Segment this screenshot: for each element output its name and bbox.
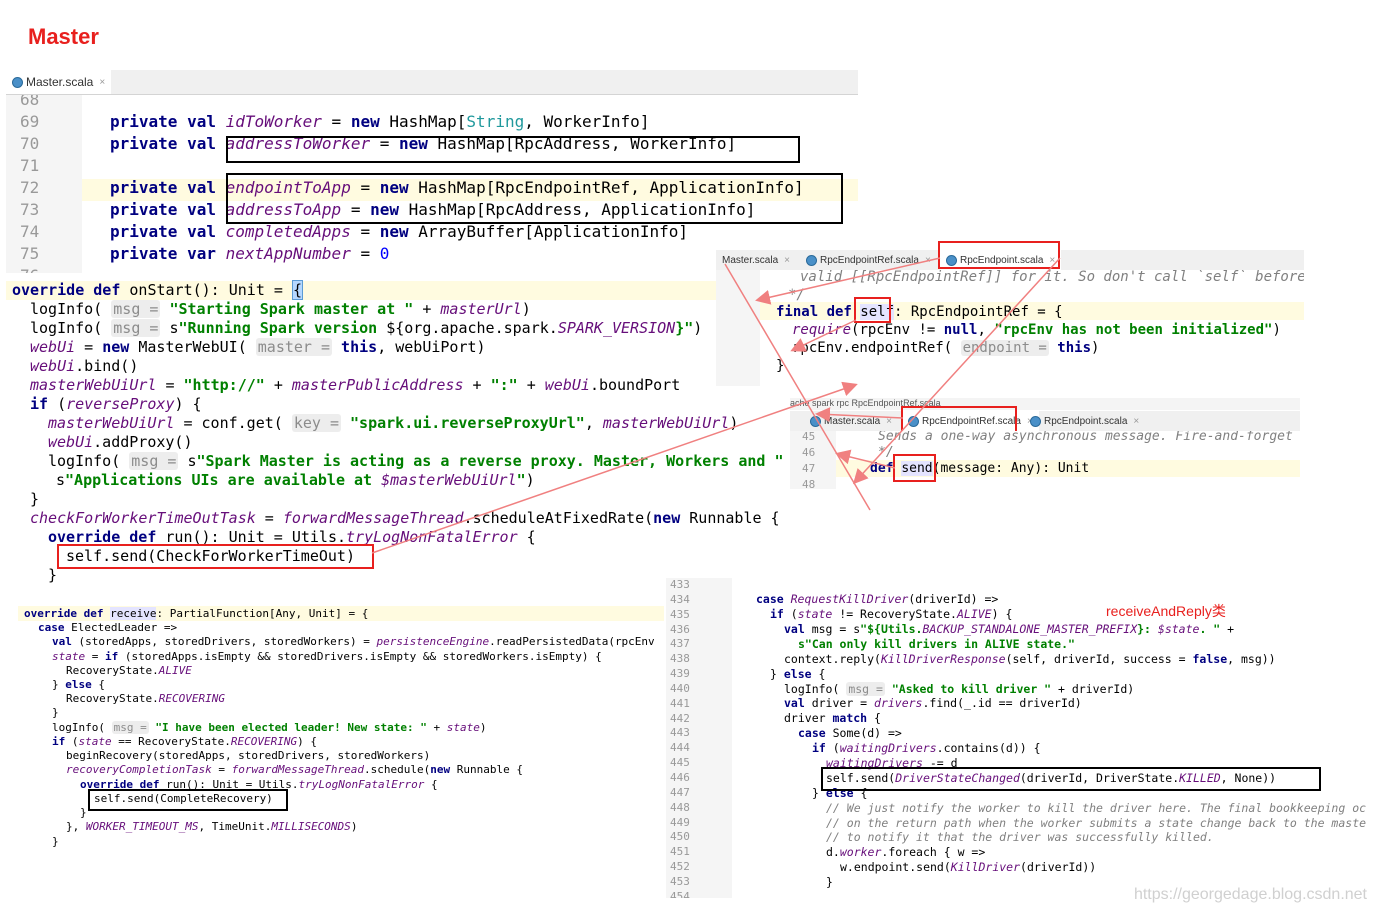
code-line: beginRecovery(storedApps, storedDrivers,…	[66, 749, 431, 762]
watermark: https://georgedage.blog.csdn.net	[1133, 886, 1367, 903]
code-line: final def self: RpcEndpointRef = {	[776, 304, 1063, 320]
code-line: case ElectedLeader =>	[38, 621, 178, 634]
code-line: s"Applications UIs are available at $mas…	[56, 471, 535, 489]
code-line: logInfo( msg = "Starting Spark master at…	[30, 300, 531, 318]
tab-master-scala[interactable]: Master.scala ×	[716, 250, 796, 270]
code-line: private val completedApps = new ArrayBuf…	[110, 222, 688, 241]
code-line: if (waitingDrivers.contains(d)) {	[812, 741, 1041, 755]
code-comment: // to notify it that the driver was succ…	[826, 830, 1214, 844]
close-icon[interactable]: ×	[886, 416, 892, 427]
code-line: }	[52, 706, 59, 719]
close-icon[interactable]: ×	[784, 255, 790, 266]
highlight-box-check-worker-timeout	[57, 544, 374, 569]
code-comment: // We just notify the worker to kill the…	[826, 801, 1367, 815]
highlight-box-endpoint-to-app	[226, 173, 843, 224]
code-line: logInfo( msg = s"Spark Master is acting …	[48, 452, 796, 470]
code-line: logInfo( msg = s"Running Spark version $…	[30, 319, 703, 337]
scala-file-icon	[1030, 415, 1041, 427]
close-icon[interactable]: ×	[925, 255, 931, 266]
tab-master-scala[interactable]: Master.scala ×	[6, 70, 112, 94]
code-line: recoveryCompletionTask = forwardMessageT…	[66, 763, 523, 776]
code-line: }	[30, 490, 40, 508]
code-line: state = if (storedApps.isEmpty && stored…	[52, 650, 602, 663]
code-line: val msg = s"${Utils.BACKUP_STANDALONE_MA…	[784, 622, 1235, 636]
line-numbers: 45 46 47 48	[802, 431, 816, 489]
code-line: w.endpoint.send(KillDriver(driverId))	[840, 860, 1097, 874]
highlight-box-complete-recovery	[88, 789, 288, 811]
code-comment: */	[788, 287, 805, 303]
code-line: s"Can only kill drivers in ALIVE state."	[798, 637, 1075, 651]
code-line: d.worker.foreach { w =>	[826, 845, 986, 859]
tab-master-scala[interactable]: Master.scala ×	[804, 411, 898, 431]
code-line: }	[48, 566, 58, 583]
code-line: RecoveryState.ALIVE	[66, 664, 192, 677]
code-line: masterWebUiUrl = conf.get( key = "spark.…	[48, 414, 739, 432]
code-line: override def onStart(): Unit = {	[12, 280, 303, 300]
page-title: Master	[28, 24, 99, 49]
code-line: if (reverseProxy) {	[30, 395, 202, 413]
tab-rpc-endpoint[interactable]: RpcEndpoint.scala ×	[1024, 411, 1145, 431]
line-numbers: 68 69 70 71 72 73 74 75 76	[20, 95, 40, 273]
code-line: driver match {	[784, 711, 881, 725]
code-line: val (storedApps, storedDrivers, storedWo…	[52, 635, 655, 648]
code-line: if (state == RecoveryState.RECOVERING) {	[52, 735, 317, 748]
code-line: logInfo( msg = "Asked to kill driver " +…	[784, 682, 1135, 696]
code-line: rpcEnv.endpointRef( endpoint = this)	[792, 340, 1100, 356]
scala-file-icon	[810, 415, 821, 427]
code-line: }, WORKER_TIMEOUT_MS, TimeUnit.MILLISECO…	[66, 820, 358, 833]
highlight-box-driver-state-changed	[821, 767, 1321, 791]
code-line: val driver = drivers.find(_.id == driver…	[784, 696, 1082, 710]
highlight-box-rpc-endpoint-tab	[938, 241, 1060, 269]
tab-rpc-endpoint-ref[interactable]: RpcEndpointRef.scala×	[800, 250, 937, 270]
code-line: } else {	[770, 667, 826, 681]
code-comment: valid [[RpcEndpointRef]] for it. So don'…	[800, 270, 1304, 285]
code-line: logInfo( msg = "I have been elected lead…	[52, 721, 487, 734]
scala-file-icon	[806, 254, 817, 266]
code-line: if (state != RecoveryState.ALIVE) {	[770, 607, 1013, 621]
code-line: webUi = new MasterWebUI( master = this, …	[30, 338, 486, 356]
code-line: }	[80, 806, 87, 819]
code-line: RecoveryState.RECOVERING	[66, 692, 225, 705]
code-line: webUi.addProxy()	[48, 433, 193, 451]
code-line: }	[776, 358, 785, 374]
editor-tabbar-main: Master.scala ×	[6, 70, 858, 95]
receive-and-reply-label: receiveAndReply类	[1106, 603, 1226, 619]
code-line: webUi.bind()	[30, 357, 139, 375]
line-numbers: 433 434 435 436 437 438 439 440 441 442 443 444 445 4…	[670, 578, 690, 898]
code-line: }	[826, 875, 833, 889]
editor-tabbar-rpc2: Master.scala× RpcEndpointRef.scala× RpcE…	[790, 411, 1300, 432]
code-comment: */	[878, 445, 894, 460]
code-line: private val idToWorker = new HashMap[Str…	[110, 112, 650, 131]
code-line: checkForWorkerTimeOutTask = forwardMessa…	[30, 509, 780, 527]
rpc2-code-panel: 45 46 47 48 Sends a one-way asynchronous…	[790, 431, 1300, 489]
code-line: private var nextAppNumber = 0	[110, 244, 390, 263]
tab-label: Master.scala	[26, 75, 94, 89]
receive-code-panel: override def receive: PartialFunction[An…	[18, 605, 664, 851]
close-icon[interactable]: ×	[99, 77, 105, 88]
onstart-code-panel: override def onStart(): Unit = { logInfo…	[6, 278, 796, 583]
code-line: context.reply(KillDriverResponse(self, d…	[784, 652, 1276, 666]
close-icon[interactable]: ×	[1133, 416, 1139, 427]
code-line: override def receive: PartialFunction[An…	[24, 607, 369, 620]
code-line: require(rpcEnv != null, "rpcEnv has not …	[792, 322, 1281, 338]
code-line: masterWebUiUrl = "http://" + masterPubli…	[30, 376, 681, 394]
code-comment: Sends a one-way asynchronous message. Fi…	[878, 431, 1293, 444]
code-line: } else {	[52, 678, 105, 691]
scala-file-icon	[12, 76, 23, 88]
rpc1-code-panel: valid [[RpcEndpointRef]] for it. So don'…	[716, 270, 1304, 386]
reply-code-panel: 433 434 435 436 437 438 439 440 441 442 443 444 445 4…	[666, 578, 1374, 898]
rpc2-breadcrumb: ache spark rpc RpcEndpointRef.scala	[790, 398, 1300, 410]
highlight-box-self	[854, 297, 891, 323]
code-comment: // on the return path when the worker su…	[826, 816, 1367, 830]
highlight-box-rpc-endpoint-ref-tab	[901, 406, 1017, 434]
code-line: }	[52, 835, 59, 848]
code-line: case RequestKillDriver(driverId) =>	[756, 592, 999, 606]
code-line: case Some(d) =>	[798, 726, 902, 740]
highlight-box-address-to-worker	[226, 136, 800, 163]
highlight-box-send	[893, 454, 936, 482]
